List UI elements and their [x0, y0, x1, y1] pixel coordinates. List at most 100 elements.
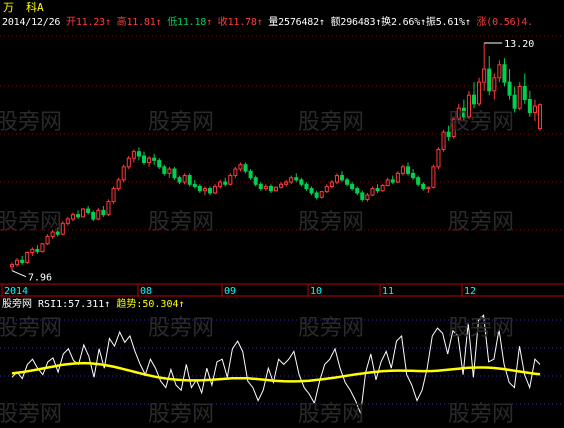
candle-body — [365, 194, 370, 200]
candle-body — [532, 105, 537, 114]
candle-body — [517, 85, 522, 109]
candle-body — [451, 118, 456, 137]
ohlc-header: 2014/12/26 开11.23↑ 高11.81↑ 低11.18↑ 收11.7… — [2, 16, 533, 29]
candle-body — [263, 185, 268, 190]
turnover-label: 换 — [381, 17, 391, 28]
candle-body — [304, 183, 309, 190]
candle-body — [86, 208, 91, 213]
up-arrow-icon: ↑ — [155, 17, 162, 28]
candle-body — [370, 188, 375, 196]
candle-body — [466, 94, 471, 118]
candle-body — [350, 183, 355, 190]
candle-body — [187, 175, 192, 185]
candle-body — [60, 222, 65, 235]
candle-body — [50, 231, 55, 237]
candle-body — [268, 185, 273, 192]
candle-body — [131, 151, 136, 159]
candle-body — [441, 131, 446, 150]
candle-body — [411, 172, 416, 179]
indicator-name[interactable]: 股旁网 — [2, 299, 32, 310]
candle-body — [207, 188, 213, 194]
up-arrow-icon: ↑ — [206, 17, 212, 28]
kline-chart: 7.96 13.20 2014 08 09 10 11 12 — [0, 35, 564, 414]
candle-body — [202, 188, 207, 192]
x-axis-tick-label: 11 — [382, 286, 394, 297]
candle-body — [96, 209, 101, 220]
candle-body — [482, 68, 487, 83]
candle-body — [502, 64, 507, 83]
high-label: 高 — [116, 17, 127, 28]
candle-body — [177, 177, 182, 183]
stock-name-2[interactable]: 科A — [26, 1, 44, 14]
x-axis-tick-label: 12 — [464, 286, 476, 297]
x-axis-tick-label: 09 — [224, 286, 236, 297]
candle-body — [416, 177, 421, 185]
candle-body — [284, 181, 289, 185]
candle-body — [324, 185, 329, 193]
rsi-label: RSI1: — [38, 299, 69, 310]
candle-body — [30, 248, 35, 253]
candle-body — [390, 179, 395, 183]
candle-body — [512, 94, 517, 109]
candle-body — [273, 186, 279, 192]
high-price-label: 13.20 — [504, 39, 534, 50]
candle-body — [162, 166, 167, 174]
candle-body — [492, 77, 497, 92]
turnover-value: 2.66% — [390, 17, 421, 28]
close-label: 收 — [217, 17, 228, 28]
candle-body — [431, 166, 436, 188]
candle-body — [228, 175, 233, 185]
candle-body — [339, 175, 345, 181]
candle-body — [126, 157, 131, 168]
up-arrow-icon: ↑ — [256, 17, 263, 28]
candle-body — [355, 188, 360, 194]
candle-body — [116, 179, 121, 190]
candle-body — [192, 183, 197, 187]
candle-body — [487, 68, 492, 92]
candle-body — [309, 188, 314, 194]
candle-body — [223, 181, 228, 185]
up-arrow-icon: ↑ — [104, 17, 111, 28]
candle-body — [136, 151, 141, 157]
candle-body — [527, 99, 532, 114]
candle-body — [299, 179, 304, 185]
close-value: 11.78 — [227, 17, 257, 28]
candle-body — [329, 181, 334, 187]
candle-body — [497, 64, 502, 79]
candle-body — [507, 81, 512, 96]
trend-value: 50.304 — [142, 299, 179, 310]
indicator-header: 股旁网 RSI1:57.311↑ 趋势:50.304↑ — [2, 298, 185, 311]
up-arrow-icon: ↑ — [178, 299, 185, 310]
candle-body — [121, 166, 126, 181]
candle-body — [111, 188, 116, 203]
open-value: 11.23 — [75, 17, 105, 28]
candle-body — [258, 183, 263, 190]
open-label: 开 — [66, 17, 76, 28]
candle-body — [9, 264, 15, 268]
low-price-label: 7.96 — [28, 273, 52, 284]
candle-body — [380, 185, 385, 192]
amplitude-label: 振 — [425, 17, 436, 28]
volume-value: 2576482 — [278, 17, 319, 28]
high-value: 11.81 — [126, 17, 156, 28]
candle-body — [25, 251, 30, 263]
candle-body — [426, 186, 431, 190]
trend-label: 趋势: — [116, 299, 143, 310]
candle-body — [141, 155, 147, 164]
amount-value: 296483 — [340, 17, 376, 28]
candle-body — [157, 159, 162, 168]
candle-body — [421, 183, 426, 190]
candle-body — [279, 183, 284, 188]
candle-body — [436, 148, 441, 168]
candle-body — [253, 177, 258, 185]
candle-body — [147, 157, 152, 164]
candle-body — [334, 175, 339, 183]
candle-body — [477, 81, 482, 105]
candle-body — [40, 243, 45, 253]
stock-name[interactable]: 万 — [3, 1, 14, 14]
candle-body — [101, 209, 106, 216]
candle-body — [456, 107, 461, 120]
low-label: 低 — [167, 17, 178, 28]
candle-body — [65, 218, 70, 224]
candle-body — [172, 168, 177, 179]
